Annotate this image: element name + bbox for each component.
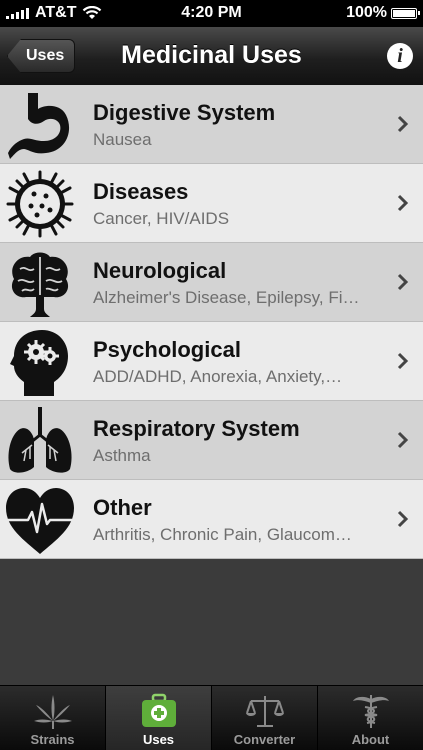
list-item-title: Other bbox=[93, 495, 152, 520]
tab-label: About bbox=[351, 732, 390, 747]
heart-pulse-icon bbox=[6, 488, 74, 554]
list-item-subtitle: Arthritis, Chronic Pain, Glaucom… bbox=[93, 525, 352, 544]
list-item-diseases[interactable]: Diseases Cancer, HIV/AIDS bbox=[0, 164, 423, 243]
battery-icon bbox=[391, 7, 420, 19]
scales-icon bbox=[245, 696, 284, 727]
list-item-neurological[interactable]: Neurological Alzheimer's Disease, Epilep… bbox=[0, 243, 423, 322]
list-item-respiratory-system[interactable]: Respiratory System Asthma bbox=[0, 401, 423, 480]
battery-percent: 100% bbox=[346, 4, 387, 21]
tab-uses[interactable]: Uses bbox=[106, 686, 212, 750]
lungs-icon bbox=[8, 407, 72, 473]
chevron-right-icon bbox=[397, 115, 409, 133]
caduceus-icon bbox=[352, 695, 389, 728]
status-right: 100% bbox=[346, 4, 420, 22]
list-item-title: Diseases bbox=[93, 179, 189, 204]
list-item-other[interactable]: Other Arthritis, Chronic Pain, Glaucom… bbox=[0, 480, 423, 559]
list-item-subtitle: Nausea bbox=[93, 130, 152, 149]
info-button[interactable]: i bbox=[387, 43, 413, 69]
list-item-digestive-system[interactable]: Digestive System Nausea bbox=[0, 85, 423, 164]
stomach-icon bbox=[8, 93, 70, 159]
battery-fill bbox=[393, 9, 415, 17]
page-title: Medicinal Uses bbox=[121, 41, 302, 69]
tab-converter[interactable]: Converter bbox=[212, 686, 318, 750]
tab-label: Converter bbox=[233, 732, 296, 747]
tab-strains[interactable]: Strains bbox=[0, 686, 106, 750]
uses-list: Digestive System Nausea Diseases Cancer,… bbox=[0, 85, 423, 559]
chevron-right-icon bbox=[397, 273, 409, 291]
list-item-subtitle: Alzheimer's Disease, Epilepsy, Fi… bbox=[93, 288, 360, 307]
list-item-title: Digestive System bbox=[93, 100, 276, 125]
brain-icon bbox=[11, 252, 69, 317]
chevron-right-icon bbox=[397, 352, 409, 370]
tab-label: Uses bbox=[142, 732, 175, 747]
list-item-title: Respiratory System bbox=[93, 416, 300, 441]
list-item-subtitle: Cancer, HIV/AIDS bbox=[93, 209, 230, 228]
head-gears-icon bbox=[10, 330, 68, 396]
cannabis-leaf-icon bbox=[33, 695, 72, 729]
virus-icon bbox=[6, 170, 74, 238]
list-item-title: Neurological bbox=[93, 258, 227, 283]
status-bar: AT&T 4:20 PM 100% bbox=[0, 0, 423, 27]
tab-bar: Strains Uses Converter About bbox=[0, 685, 423, 750]
first-aid-kit-icon bbox=[141, 693, 176, 727]
chevron-right-icon bbox=[397, 510, 409, 528]
tab-label: Strains bbox=[30, 732, 75, 747]
list-item-psychological[interactable]: Psychological ADD/ADHD, Anorexia, Anxiet… bbox=[0, 322, 423, 401]
navigation-bar: Uses Medicinal Uses i bbox=[0, 27, 423, 86]
tab-about[interactable]: About bbox=[318, 686, 423, 750]
list-item-title: Psychological bbox=[93, 337, 241, 362]
list-item-subtitle: ADD/ADHD, Anorexia, Anxiety,… bbox=[93, 367, 343, 386]
chevron-right-icon bbox=[397, 194, 409, 212]
chevron-right-icon bbox=[397, 431, 409, 449]
list-item-subtitle: Asthma bbox=[93, 446, 151, 465]
